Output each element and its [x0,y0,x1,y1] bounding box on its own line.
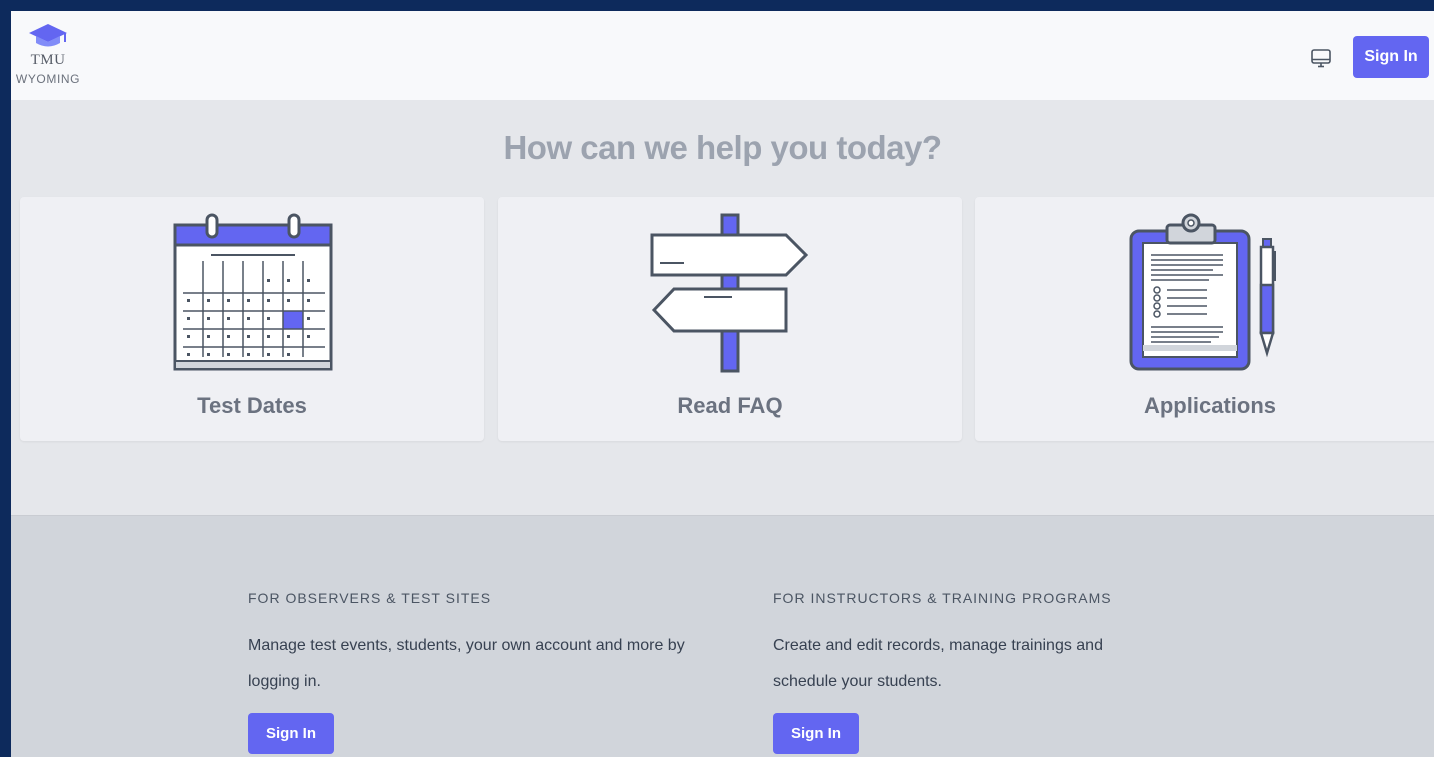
observers-heading: FOR OBSERVERS & TEST SITES [248,590,492,606]
site-logo[interactable]: TMU WYOMING [15,22,105,92]
monitor-icon [1311,49,1331,68]
instructors-heading: FOR INSTRUCTORS & TRAINING PROGRAMS [773,590,1112,606]
observers-sign-in-button[interactable]: Sign In [248,713,334,754]
logo-text-state: WYOMING [15,72,81,86]
graduation-cap-icon [29,24,67,47]
header-sign-in-button[interactable]: Sign In [1353,36,1429,78]
footer-section: FOR OBSERVERS & TEST SITES Manage test e… [11,515,1434,757]
help-heading: How can we help you today? [503,129,942,166]
card-label: Test Dates [197,393,307,418]
card-read-faq[interactable]: Read FAQ [498,197,962,441]
display-toggle-button[interactable] [1309,46,1333,70]
app-frame: TMU WYOMING Sign In How can we help you … [11,11,1434,757]
clipboard-icon [1129,213,1276,371]
signpost-icon [650,213,809,373]
instructors-description: Create and edit records, manage training… [773,637,1103,690]
card-applications[interactable]: Applications [975,197,1434,441]
observers-description: Manage test events, students, your own a… [248,637,685,690]
card-label: Applications [1143,393,1276,418]
site-header: TMU WYOMING Sign In [11,11,1434,100]
calendar-icon [173,213,333,371]
instructors-sign-in-button[interactable]: Sign In [773,713,859,754]
logo-text-primary: TMU [30,52,66,68]
card-label: Read FAQ [677,393,783,418]
card-test-dates[interactable]: Test Dates [20,197,484,441]
